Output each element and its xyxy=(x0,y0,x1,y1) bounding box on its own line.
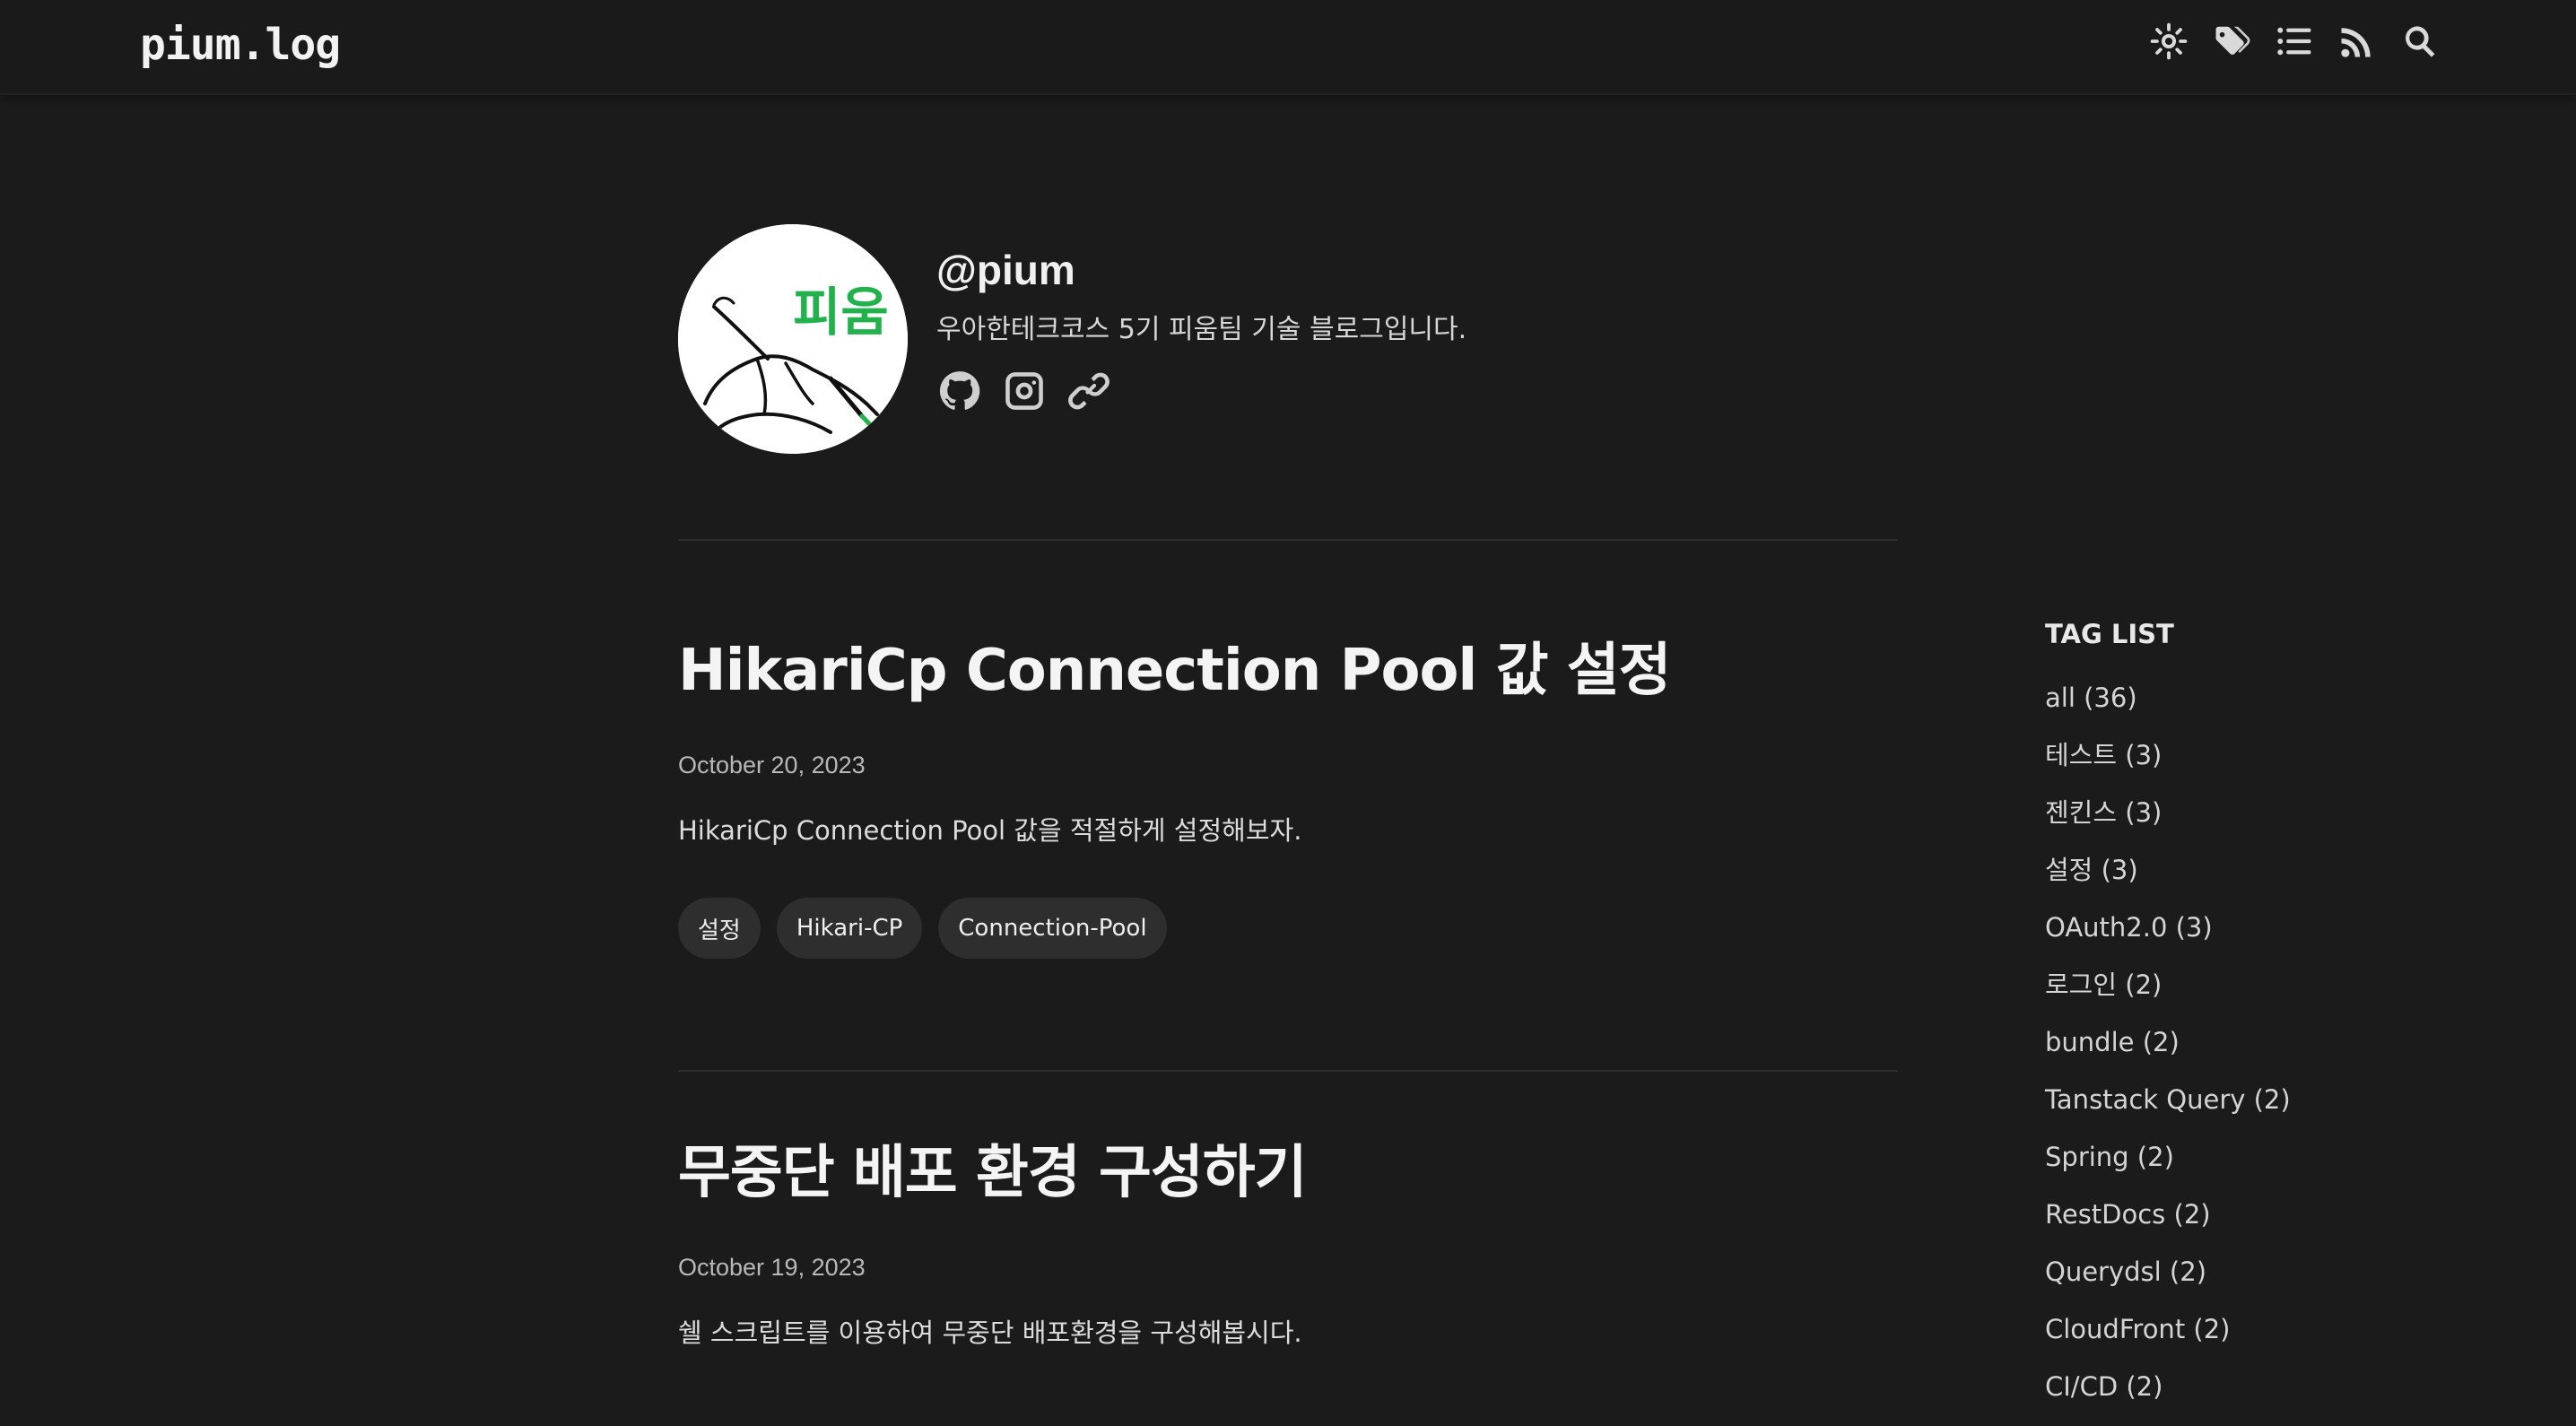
tag-list-item[interactable]: 로그인 (2) xyxy=(2045,967,2476,1024)
post-divider xyxy=(678,1070,1898,1072)
tags-icon[interactable] xyxy=(2212,22,2251,61)
theme-toggle-icon[interactable] xyxy=(2149,22,2189,61)
post-item: 무중단 배포 환경 구성하기 October 19, 2023 쉘 스크립트를 … xyxy=(678,1126,1898,1350)
tag-list-item[interactable]: Tanstack Query (2) xyxy=(2045,1082,2476,1139)
tag-chip[interactable]: Connection-Pool xyxy=(938,898,1167,959)
social-links xyxy=(936,368,1112,414)
avatar-text: 피움 xyxy=(793,282,889,343)
post-title[interactable]: HikariCp Connection Pool 값 설정 xyxy=(678,624,1898,707)
profile-description: 우아한테크코스 5기 피움팀 기술 블로그입니다. xyxy=(936,314,1467,345)
post-tags: 설정 Hikari-CP Connection-Pool xyxy=(678,898,1898,959)
post-item: HikariCp Connection Pool 값 설정 October 20… xyxy=(678,624,1898,959)
profile-name: @pium xyxy=(936,247,1075,293)
search-icon[interactable] xyxy=(2400,22,2440,61)
tag-list-item[interactable]: OAuth2.0 (3) xyxy=(2045,909,2476,967)
post-summary: 쉘 스크립트를 이용하여 무중단 배포환경을 구성해봅시다. xyxy=(678,1317,1302,1348)
tag-list-item[interactable]: 테스트 (3) xyxy=(2045,737,2476,795)
tag-list-item[interactable]: bundle (2) xyxy=(2045,1024,2476,1082)
tag-list-item[interactable]: 젠킨스 (3) xyxy=(2045,795,2476,852)
tag-list-title: TAG LIST xyxy=(2045,619,2174,649)
post-date: October 19, 2023 xyxy=(678,1254,866,1281)
tag-list-item[interactable]: Spring (2) xyxy=(2045,1139,2476,1196)
profile-divider xyxy=(678,539,1898,541)
tag-list-item[interactable]: CI/CD (2) xyxy=(2045,1369,2476,1426)
tag-list-item[interactable]: 설정 (3) xyxy=(2045,852,2476,909)
tag-list-item[interactable]: RestDocs (2) xyxy=(2045,1196,2476,1254)
tag-list-item[interactable]: Querydsl (2) xyxy=(2045,1254,2476,1311)
link-icon[interactable] xyxy=(1066,368,1112,414)
tag-chip[interactable]: 설정 xyxy=(678,898,761,959)
post-title[interactable]: 무중단 배포 환경 구성하기 xyxy=(678,1126,1898,1209)
list-icon[interactable] xyxy=(2275,22,2314,61)
tag-list-sidebar: TAG LIST all (36) 테스트 (3) 젠킨스 (3) 설정 (3)… xyxy=(2045,619,2476,1426)
post-date: October 20, 2023 xyxy=(678,752,866,778)
avatar: 피움 xyxy=(678,224,908,454)
header-icon-group xyxy=(2149,22,2440,61)
profile-section: 피움 @pium 우아한테크코스 5기 피움팀 기술 블로그입니다. xyxy=(678,224,1898,454)
rss-icon[interactable] xyxy=(2337,22,2377,61)
tag-list-item[interactable]: all (36) xyxy=(2045,680,2476,737)
tag-chip[interactable]: Hikari-CP xyxy=(776,898,923,959)
instagram-icon[interactable] xyxy=(1001,368,1048,414)
site-logo[interactable]: pium.log xyxy=(140,20,341,70)
post-summary: HikariCp Connection Pool 값을 적절하게 설정해보자. xyxy=(678,815,1302,846)
github-icon[interactable] xyxy=(936,368,983,414)
tag-list-item[interactable]: CloudFront (2) xyxy=(2045,1311,2476,1369)
top-header: pium.log xyxy=(0,0,2576,95)
